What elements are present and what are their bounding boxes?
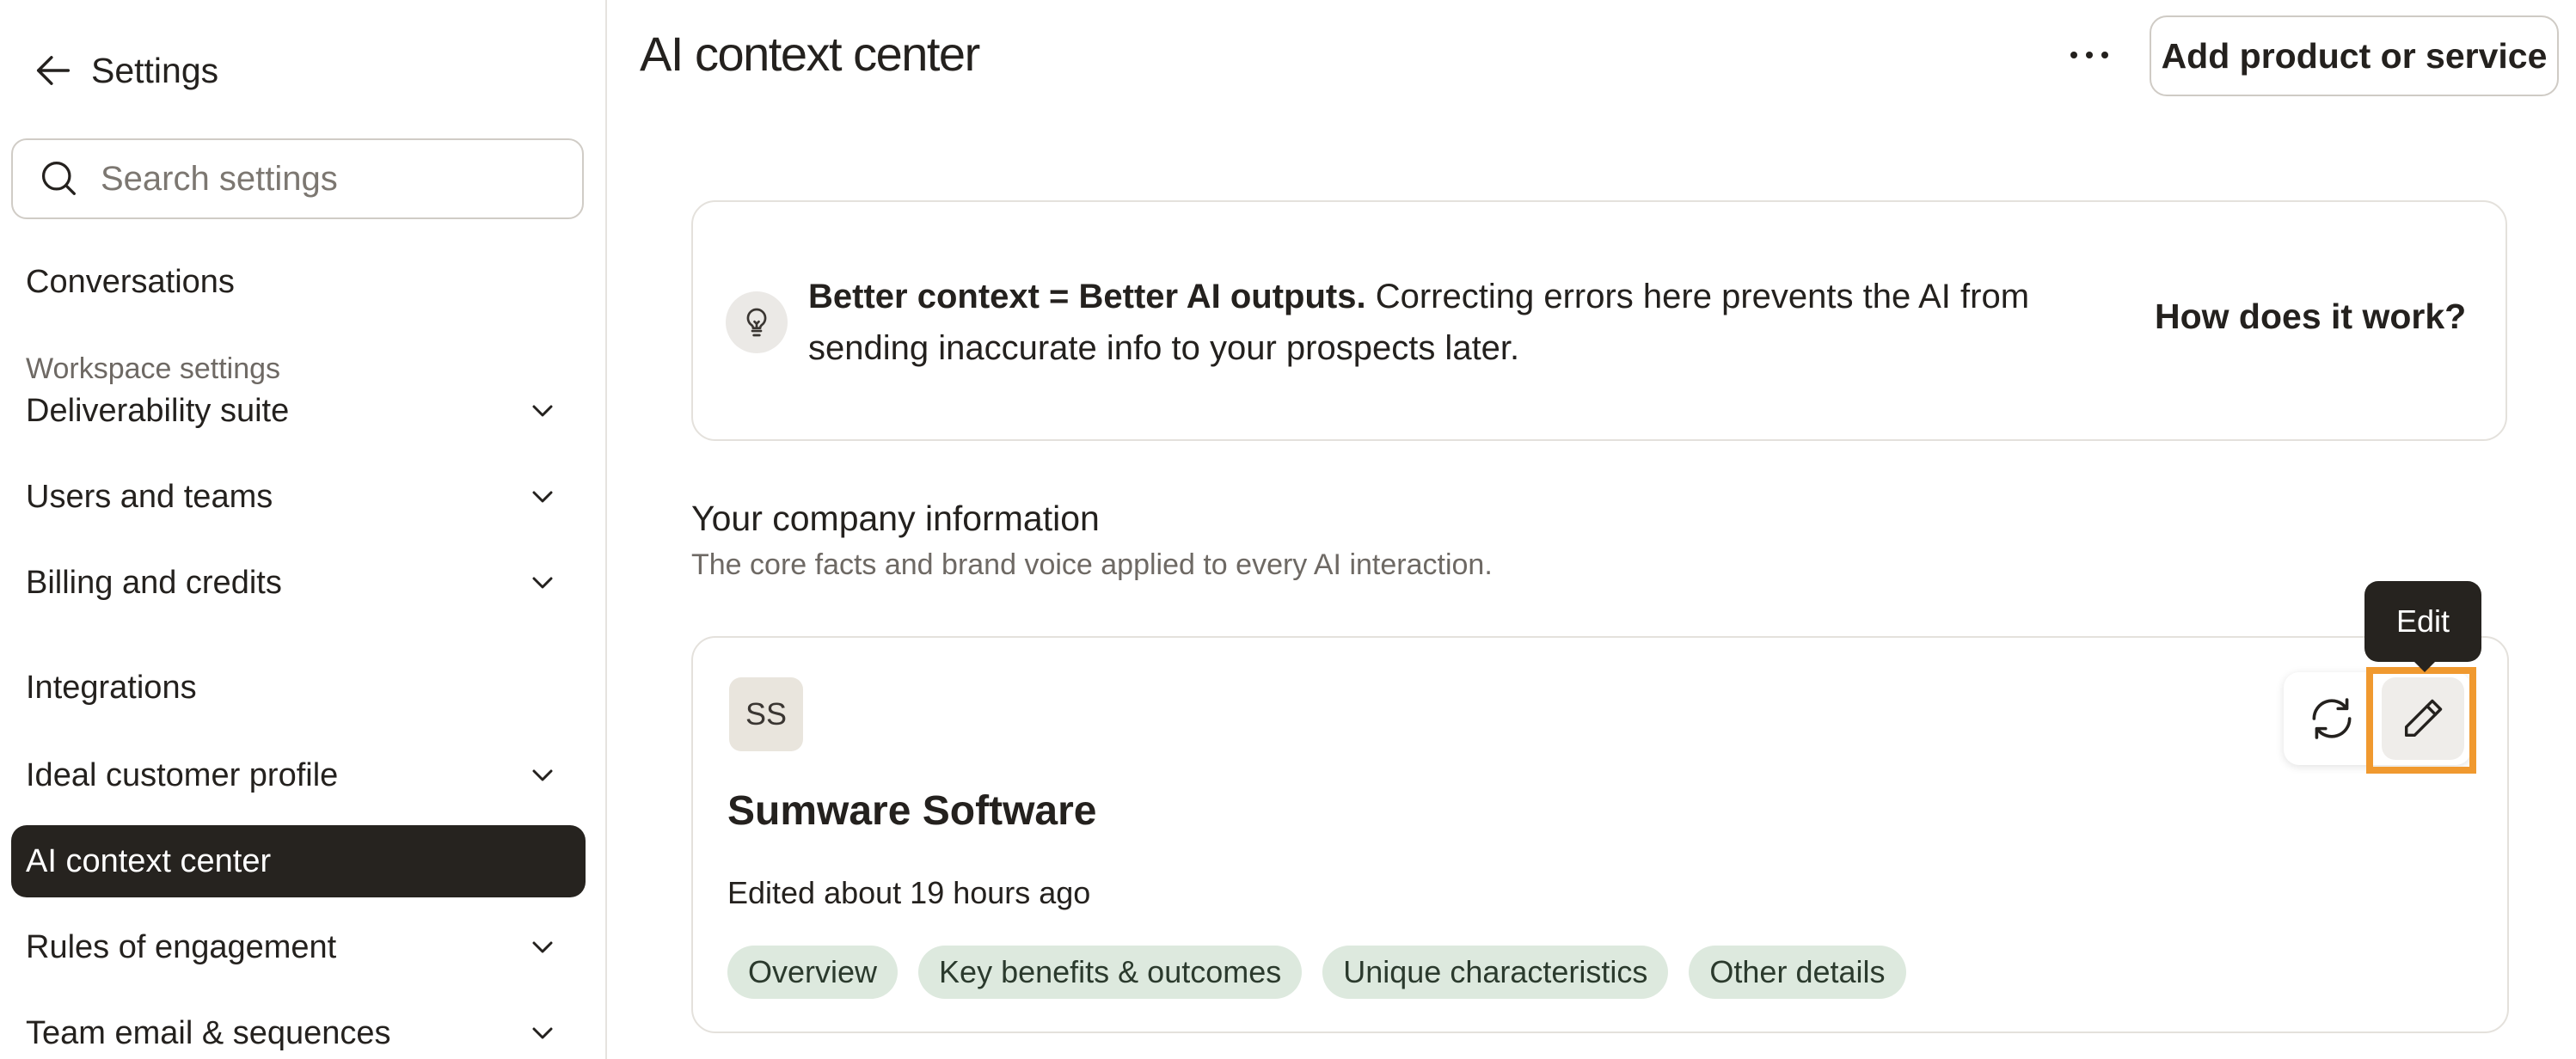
sidebar-item-label: Team email & sequences bbox=[26, 1014, 391, 1051]
info-banner-bold: Better context = Better AI outputs. bbox=[808, 278, 1366, 315]
lightbulb-icon bbox=[726, 291, 788, 353]
settings-sidebar: Settings Conversations Workspace setting… bbox=[0, 0, 607, 1059]
chevron-down-icon[interactable] bbox=[525, 1016, 560, 1050]
search-icon bbox=[41, 161, 76, 195]
sidebar-item-billing-and-credits[interactable]: Billing and credits bbox=[11, 547, 586, 619]
card-action-group bbox=[2284, 672, 2471, 765]
sidebar-item-rules-of-engagement[interactable]: Rules of engagement bbox=[11, 911, 586, 983]
more-options-button[interactable] bbox=[2062, 33, 2117, 77]
back-label: Settings bbox=[91, 50, 219, 90]
section-chip[interactable]: Other details bbox=[1689, 946, 1906, 999]
sidebar-item-label: Ideal customer profile bbox=[26, 756, 339, 793]
info-banner-text: Better context = Better AI outputs. Corr… bbox=[808, 271, 2046, 374]
chevron-down-icon[interactable] bbox=[525, 930, 560, 964]
info-banner: Better context = Better AI outputs. Corr… bbox=[691, 200, 2507, 441]
sidebar-item-team-email-sequences[interactable]: Team email & sequences bbox=[11, 997, 586, 1059]
search-input[interactable] bbox=[101, 159, 582, 199]
sidebar-item-label: Conversations bbox=[26, 263, 235, 300]
sidebar-item-label: Billing and credits bbox=[26, 564, 282, 601]
section-chip[interactable]: Unique characteristics bbox=[1322, 946, 1669, 999]
sidebar-item-label: Rules of engagement bbox=[26, 928, 337, 965]
company-info-subheading: The core facts and brand voice applied t… bbox=[691, 548, 1493, 581]
chevron-down-icon[interactable] bbox=[525, 566, 560, 600]
chevron-down-icon[interactable] bbox=[525, 480, 560, 514]
sidebar-item-label: Deliverability suite bbox=[26, 392, 290, 429]
edit-tooltip: Edit bbox=[2364, 581, 2481, 672]
chevron-down-icon[interactable] bbox=[525, 758, 560, 793]
chevron-down-icon[interactable] bbox=[525, 394, 560, 428]
sidebar-item-label: Users and teams bbox=[26, 478, 273, 515]
sidebar-item-ai-context-center[interactable]: AI context center bbox=[11, 825, 586, 897]
section-chip[interactable]: Overview bbox=[727, 946, 899, 999]
avatar: SS bbox=[729, 677, 803, 751]
company-info-heading: Your company information bbox=[691, 499, 1100, 538]
page-title: AI context center bbox=[640, 27, 980, 81]
sidebar-item-users-and-teams[interactable]: Users and teams bbox=[11, 461, 586, 533]
how-does-it-work-link[interactable]: How does it work? bbox=[2155, 297, 2466, 337]
company-card[interactable]: SS Sumware Software Edited about 19 hour… bbox=[691, 636, 2509, 1033]
company-name: Sumware Software bbox=[727, 788, 1097, 834]
sidebar-item-label: Integrations bbox=[26, 669, 197, 706]
back-to-settings-button[interactable]: Settings bbox=[31, 45, 218, 96]
add-product-button[interactable]: Add product or service bbox=[2150, 15, 2559, 96]
pencil-icon bbox=[2404, 699, 2443, 738]
section-chips: Overview Key benefits & outcomes Unique ch… bbox=[727, 946, 1906, 999]
sidebar-item-label: AI context center bbox=[26, 842, 272, 879]
arrow-left-icon bbox=[36, 56, 71, 85]
edit-button[interactable] bbox=[2382, 677, 2464, 760]
section-chip[interactable]: Key benefits & outcomes bbox=[918, 946, 1303, 999]
refresh-icon bbox=[2312, 698, 2352, 739]
refresh-button[interactable] bbox=[2292, 679, 2371, 758]
more-horizontal-icon bbox=[2070, 52, 2108, 58]
sidebar-item-integrations[interactable]: Integrations bbox=[11, 652, 586, 724]
edited-timestamp: Edited about 19 hours ago bbox=[727, 875, 1091, 910]
sidebar-item-conversations[interactable]: Conversations bbox=[11, 246, 586, 318]
sidebar-item-ideal-customer-profile[interactable]: Ideal customer profile bbox=[11, 739, 586, 811]
sidebar-item-deliverability-suite[interactable]: Deliverability suite bbox=[11, 375, 586, 447]
app-root: Settings Conversations Workspace setting… bbox=[0, 0, 2576, 1059]
search-settings-field[interactable] bbox=[11, 138, 584, 219]
